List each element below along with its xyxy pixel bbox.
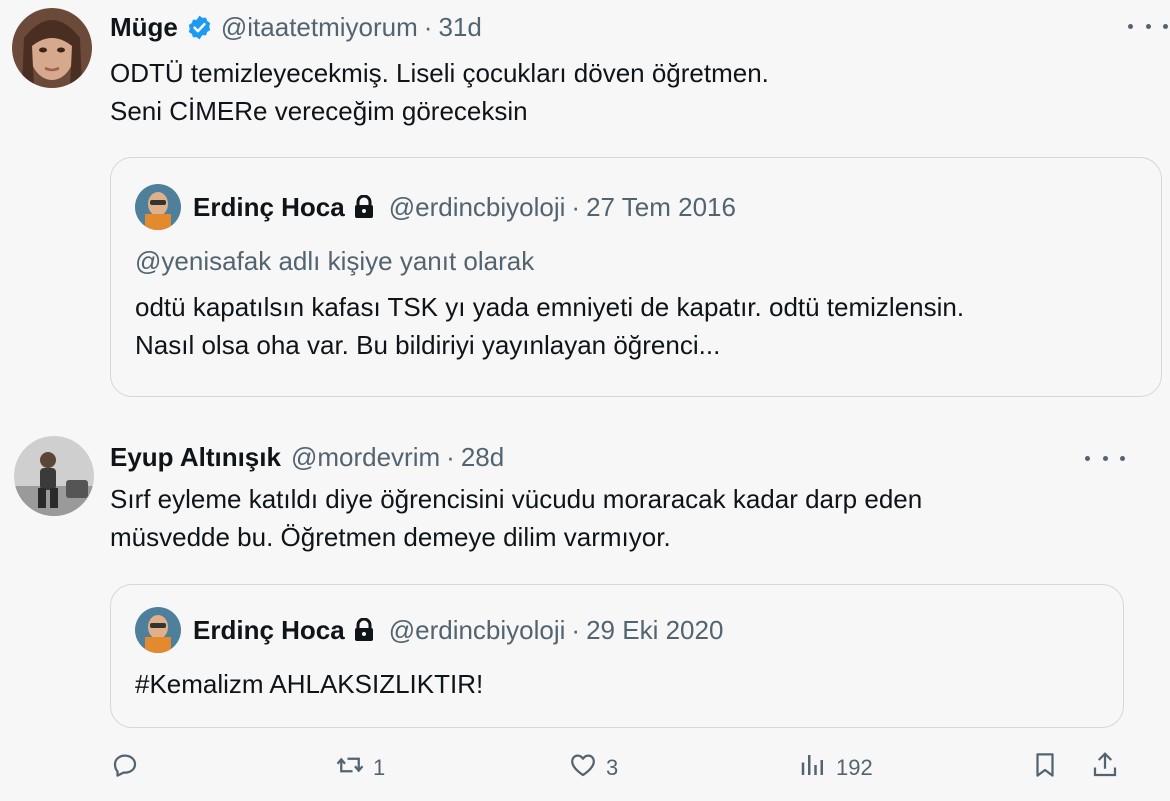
quoted-tweet-text: #Kemalizm AHLAKSIZLIKTIR! [135, 665, 483, 703]
quoted-tweet[interactable]: Erdinç Hoca @erdincbiyoloji · 27 Tem 201… [110, 157, 1162, 397]
quoted-avatar[interactable] [135, 607, 181, 653]
retweet-icon [335, 750, 365, 786]
quoted-avatar[interactable] [135, 184, 181, 230]
tweet-2[interactable]: Eyup Altınışık @mordevrim · 28d Sırf eyl… [0, 420, 1170, 800]
tweet-1[interactable]: Müge @itaatetmiyorum · 31d ODTÜ temizley… [0, 0, 1170, 410]
tweet-text: Sırf eyleme katıldı diye öğrencisini vüc… [110, 480, 922, 556]
tweet-action-bar: 1 3 192 [0, 750, 1170, 794]
retweet-button[interactable]: 1 [335, 750, 385, 786]
like-button[interactable]: 3 [568, 750, 618, 786]
tweet-text-line: müsvedde bu. Öğretmen demeye dilim varmı… [110, 522, 671, 552]
views-count: 192 [836, 755, 873, 780]
quoted-author-handle[interactable]: @erdincbiyoloji [389, 615, 566, 646]
tweet-header: Müge @itaatetmiyorum · 31d [110, 10, 482, 44]
quoted-tweet[interactable]: Erdinç Hoca @erdincbiyoloji · 29 Eki 202… [110, 584, 1124, 728]
avatar[interactable] [12, 8, 92, 88]
separator-dot: · [446, 441, 455, 472]
separator-dot: · [571, 614, 581, 645]
author-handle[interactable]: @mordevrim [291, 442, 440, 473]
views-chart-icon [798, 750, 828, 786]
separator-dot: · [423, 11, 433, 42]
quoted-tweet-date[interactable]: 27 Tem 2016 [586, 192, 736, 223]
reply-icon [110, 750, 140, 786]
bookmark-icon [1030, 750, 1060, 786]
tweet-header: Eyup Altınışık @mordevrim · 28d [110, 440, 504, 474]
reply-to-label: @yenisafak adlı kişiye yanıt olarak [135, 246, 535, 276]
more-options-icon[interactable] [1128, 16, 1168, 36]
avatar[interactable] [14, 436, 94, 516]
quoted-author-name[interactable]: Erdinç Hoca [193, 192, 345, 223]
quoted-author-handle[interactable]: @erdincbiyoloji [389, 192, 566, 223]
heart-icon [568, 750, 598, 786]
share-button[interactable] [1090, 750, 1120, 786]
tweet-time[interactable]: 28d [461, 442, 504, 473]
lock-icon [353, 617, 375, 642]
quoted-text-line: #Kemalizm AHLAKSIZLIKTIR! [135, 669, 484, 699]
author-name[interactable]: Müge [110, 12, 178, 43]
tweet-time[interactable]: 31d [438, 12, 481, 43]
quoted-tweet-text: @yenisafak adlı kişiye yanıt olarak odtü… [135, 242, 964, 364]
quoted-tweet-header: Erdinç Hoca @erdincbiyoloji · 29 Eki 202… [135, 607, 723, 653]
tweet-text-line: Seni CİMERe vereceğim göreceksin [110, 96, 528, 126]
quoted-tweet-date[interactable]: 29 Eki 2020 [586, 615, 723, 646]
like-count: 3 [606, 755, 619, 780]
tweet-text-line: ODTÜ temizleyecekmiş. Liseli çocukları d… [110, 58, 769, 88]
tweet-text: ODTÜ temizleyecekmiş. Liseli çocukları d… [110, 54, 769, 130]
quoted-tweet-header: Erdinç Hoca @erdincbiyoloji · 27 Tem 201… [135, 184, 736, 230]
retweet-count: 1 [373, 755, 386, 780]
separator-dot: · [571, 191, 581, 222]
reply-button[interactable] [110, 750, 140, 786]
lock-icon [353, 194, 375, 219]
author-name[interactable]: Eyup Altınışık [110, 442, 281, 473]
views-button[interactable]: 192 [798, 750, 873, 786]
quoted-author-name[interactable]: Erdinç Hoca [193, 615, 345, 646]
author-handle[interactable]: @itaatetmiyorum [221, 12, 418, 43]
quoted-text-line: odtü kapatılsın kafası TSK yı yada emniy… [135, 292, 965, 322]
share-icon [1090, 750, 1120, 786]
bookmark-button[interactable] [1030, 750, 1060, 786]
more-options-icon[interactable] [1085, 448, 1125, 468]
verified-badge-icon [186, 14, 213, 41]
quoted-text-line: Nasıl olsa oha var. Bu bildiriyi yayınla… [135, 330, 721, 360]
tweet-text-line: Sırf eyleme katıldı diye öğrencisini vüc… [110, 484, 923, 514]
